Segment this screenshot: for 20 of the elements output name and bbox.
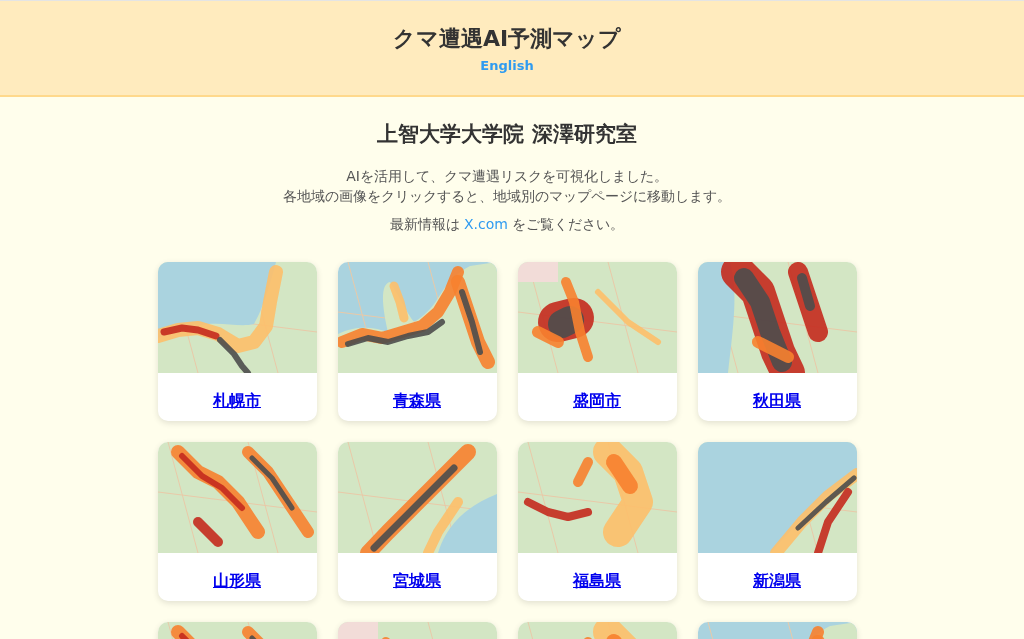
site-title: クマ遭遇AI予測マップ: [392, 25, 622, 53]
region-link[interactable]: 盛岡市: [573, 390, 621, 412]
region-link[interactable]: 山形県: [213, 570, 261, 592]
region-link[interactable]: 秋田県: [753, 390, 801, 412]
heat-map-image[interactable]: [517, 262, 677, 373]
region-link[interactable]: 福島県: [573, 570, 621, 592]
region-link[interactable]: 新潟県: [753, 570, 801, 592]
heat-map-image[interactable]: [157, 262, 317, 373]
intro-text: 各地域の画像をクリックすると、地域別のマップページに移動します。: [283, 187, 731, 206]
news-note: 最新情報は X.com をご覧ください。: [389, 215, 625, 234]
region-link[interactable]: 札幌市: [213, 390, 261, 412]
region-link[interactable]: 青森県: [393, 390, 441, 412]
lab-title: 上智大学大学院 深澤研究室: [377, 121, 637, 148]
heat-map-image[interactable]: [697, 442, 857, 553]
heat-map-image[interactable]: [517, 442, 677, 553]
heat-map-image[interactable]: [697, 262, 857, 373]
heat-map-image[interactable]: [157, 442, 317, 553]
region-link[interactable]: 宮城県: [393, 570, 441, 592]
intro-text: AIを活用して、クマ遭遇リスクを可視化しました。: [346, 167, 668, 186]
heat-map-image[interactable]: [337, 442, 497, 553]
